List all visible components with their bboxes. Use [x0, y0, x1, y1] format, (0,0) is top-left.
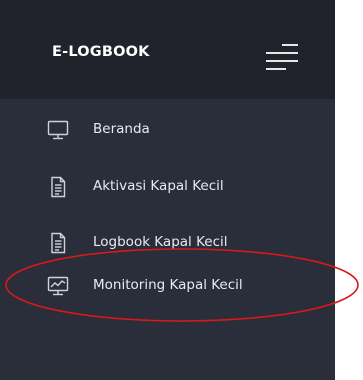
sidebar-item-label: Logbook Kapal Kecil — [93, 234, 228, 250]
monitor-chart-icon — [46, 274, 70, 298]
sidebar-item-label: Beranda — [93, 121, 150, 137]
hamburger-menu-icon[interactable] — [266, 38, 306, 72]
sidebar-item-logbook-kapal-kecil[interactable]: Logbook Kapal Kecil — [0, 223, 335, 263]
monitor-icon — [46, 118, 70, 142]
document-icon — [46, 231, 70, 255]
brand-title: E-LOGBOOK — [52, 44, 150, 60]
sidebar-header: E-LOGBOOK — [0, 0, 335, 99]
sidebar-item-aktivasi-kapal-kecil[interactable]: Aktivasi Kapal Kecil — [0, 167, 335, 207]
sidebar-item-monitoring-kapal-kecil[interactable]: Monitoring Kapal Kecil — [0, 266, 335, 306]
document-icon — [46, 175, 70, 199]
sidebar: E-LOGBOOK Beranda Aktivasi Kapal Kecil L… — [0, 0, 335, 380]
sidebar-item-beranda[interactable]: Beranda — [0, 110, 335, 150]
sidebar-item-label: Aktivasi Kapal Kecil — [93, 178, 224, 194]
sidebar-item-label: Monitoring Kapal Kecil — [93, 277, 243, 293]
